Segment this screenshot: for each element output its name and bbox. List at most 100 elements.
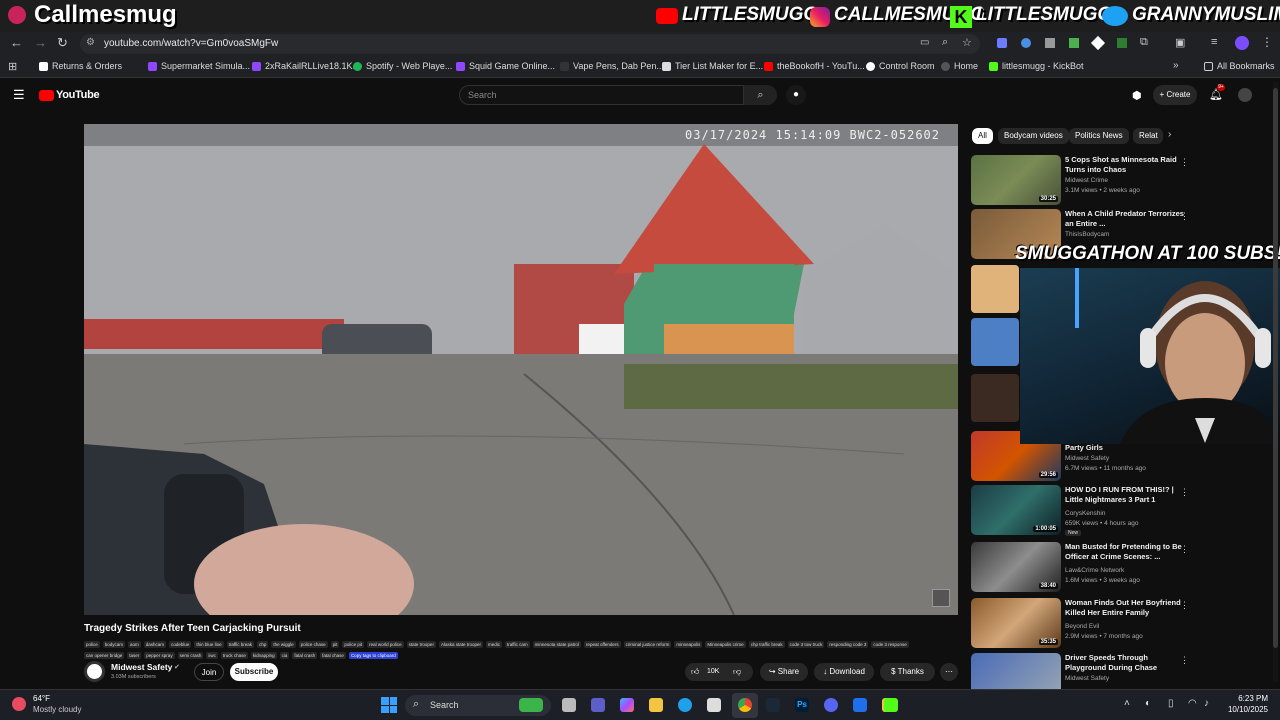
scrollbar-thumb[interactable] — [1273, 88, 1278, 648]
forward-icon[interactable]: → — [34, 35, 47, 50]
more-options-icon[interactable]: ⋮ — [1180, 487, 1189, 498]
profile-avatar[interactable] — [1235, 36, 1249, 50]
bookmark-star-icon[interactable]: ☆ — [962, 36, 972, 49]
bookmark-item[interactable]: Spotify - Web Playe... — [353, 61, 452, 71]
video-tag[interactable]: semi crash — [177, 652, 204, 659]
tray-app-icon[interactable]: ◐ — [1145, 698, 1151, 709]
store-icon[interactable] — [707, 698, 721, 712]
list-item[interactable]: 30:25 5 Cops Shot as Minnesota Raid Turn… — [970, 155, 1270, 207]
app-icon[interactable] — [853, 698, 867, 712]
more-options-icon[interactable]: ⋮ — [1180, 544, 1189, 555]
list-item[interactable]: 38:40 Man Busted for Pretending to Be Of… — [970, 542, 1270, 594]
video-thumbnail[interactable] — [971, 265, 1019, 313]
kick-app-icon[interactable] — [884, 698, 898, 712]
chip-bodycam[interactable]: Bodycam videos — [998, 128, 1069, 144]
rec-channel[interactable]: ThisIsBodycam — [1065, 231, 1109, 238]
video-thumbnail[interactable]: 35:35 — [971, 598, 1061, 648]
extension-icon[interactable] — [1045, 38, 1055, 48]
more-options-icon[interactable]: ⋮ — [1180, 655, 1189, 666]
video-tag[interactable]: aom — [128, 641, 141, 648]
tray-app-icon[interactable]: ▯ — [1168, 698, 1174, 709]
search-input[interactable]: Search — [459, 85, 744, 105]
video-tag[interactable]: fatal crash — [292, 652, 318, 659]
weather-icon[interactable] — [12, 697, 26, 711]
discord-icon[interactable] — [824, 698, 838, 712]
extension-icon[interactable] — [1021, 38, 1031, 48]
weather-temp[interactable]: 64°F — [33, 694, 50, 703]
video-tag[interactable]: code 3 response — [871, 641, 909, 648]
bookmark-item[interactable]: Supermarket Simula... — [148, 61, 250, 71]
bookmark-item[interactable]: Squid Game Online... — [456, 61, 555, 71]
copy-tags-button[interactable]: Copy tags to clipboard — [348, 652, 398, 659]
more-options-icon[interactable]: ⋮ — [1180, 211, 1189, 222]
video-thumbnail[interactable]: 1:00:05 — [971, 485, 1061, 535]
video-tag[interactable]: police chase — [298, 641, 328, 648]
volume-icon[interactable]: ♪ — [1204, 698, 1209, 709]
video-thumbnail[interactable]: 30:25 — [971, 155, 1061, 205]
taskbar-search[interactable]: ⌕ Search — [405, 695, 551, 716]
video-tag[interactable]: kidnapping — [250, 652, 277, 659]
bookmark-item[interactable]: Returns & Orders — [39, 61, 122, 71]
voice-search-icon[interactable]: ● — [786, 85, 806, 105]
rec-title[interactable]: HOW DO I RUN FROM THIS!? | Little Nightm… — [1065, 485, 1190, 505]
video-tag[interactable]: fatal chase — [320, 652, 346, 659]
video-tag[interactable]: Alaska state trooper — [438, 641, 483, 648]
video-tag[interactable]: criminal justice reform — [623, 641, 672, 648]
rec-channel[interactable]: CorysKenshin — [1065, 510, 1105, 517]
more-options-icon[interactable]: ⋮ — [1180, 157, 1189, 168]
video-tag[interactable]: pepper spray — [144, 652, 175, 659]
rec-channel[interactable]: Midwest Safety — [1065, 675, 1109, 682]
extension-icon[interactable] — [1090, 35, 1106, 51]
bookmark-item[interactable]: Control Room — [866, 61, 935, 71]
video-tag[interactable]: thin blue line — [194, 641, 224, 648]
chrome-active-tile[interactable] — [732, 693, 758, 718]
video-tag[interactable]: code 3 tow truck — [787, 641, 825, 648]
reload-icon[interactable]: ↻ — [57, 35, 68, 51]
youtube-logo-icon[interactable] — [39, 90, 54, 101]
rec-title[interactable]: Woman Finds Out Her Boyfriend Killed Her… — [1065, 598, 1190, 618]
video-tag[interactable]: cia — [279, 652, 290, 659]
video-tag[interactable]: iiwc — [206, 652, 218, 659]
edge-icon[interactable] — [678, 698, 692, 712]
chip-all[interactable]: All — [972, 128, 993, 144]
start-windows-icon[interactable] — [381, 697, 397, 713]
rec-channel[interactable]: Law&Crime Network — [1065, 567, 1124, 574]
video-tag[interactable]: medic — [485, 641, 502, 648]
video-tag[interactable]: Minneapolis crime — [705, 641, 746, 648]
cast-icon[interactable]: ▭ — [920, 37, 929, 48]
file-explorer-icon[interactable] — [649, 698, 663, 712]
bookmark-item[interactable]: Home — [941, 61, 978, 71]
cast-icon[interactable]: ⬢ — [1132, 89, 1142, 102]
more-options-icon[interactable]: ⋮ — [1180, 600, 1189, 611]
chip-politics[interactable]: Politics News — [1069, 128, 1129, 144]
all-bookmarks[interactable]: All Bookmarks — [1204, 61, 1275, 71]
clock-time[interactable]: 6:23 PM — [1224, 694, 1268, 703]
extensions-puzzle-icon[interactable]: ⧉ — [1140, 36, 1148, 49]
channel-name[interactable]: Midwest Safety — [111, 662, 172, 672]
video-player[interactable]: 03/17/2024 15:14:09 BWC2-052602 — [84, 124, 958, 615]
video-tag[interactable]: minnesota state patrol — [532, 641, 581, 648]
video-tag[interactable]: taser — [127, 652, 142, 659]
more-bookmarks-icon[interactable]: » — [1173, 60, 1179, 71]
rec-title[interactable]: 5 Cops Shot as Minnesota Raid Turns into… — [1065, 155, 1190, 175]
clock-date[interactable]: 10/10/2025 — [1224, 705, 1268, 714]
menu-kebab-icon[interactable]: ⋮ — [1261, 35, 1273, 49]
join-button[interactable]: Join — [194, 663, 224, 681]
video-tag[interactable]: chp — [257, 641, 269, 648]
video-thumbnail[interactable] — [971, 318, 1019, 366]
rec-channel[interactable]: Midwest Safety — [1065, 455, 1109, 462]
bookmark-item[interactable]: Vape Pens, Dab Pen... — [560, 61, 664, 71]
video-tag[interactable]: traffic cam — [504, 641, 530, 648]
video-tag[interactable]: bodycam — [102, 641, 126, 648]
video-tag[interactable]: minneapolis — [674, 641, 703, 648]
extension-icon[interactable] — [1069, 38, 1079, 48]
video-thumbnail[interactable]: 38:40 — [971, 542, 1061, 592]
video-tag[interactable]: can opener bridge — [84, 652, 125, 659]
bookmark-item[interactable]: littlesmugg - KickBot — [989, 61, 1084, 71]
extension-icon[interactable] — [1117, 38, 1127, 48]
list-item[interactable]: 35:35 Woman Finds Out Her Boyfriend Kill… — [970, 598, 1270, 650]
account-avatar[interactable] — [1238, 88, 1252, 102]
like-icon[interactable]: 👍︎ — [691, 663, 699, 681]
more-actions-icon[interactable]: ⋯ — [940, 663, 958, 681]
subscribe-button[interactable]: Subscribe — [230, 663, 278, 681]
